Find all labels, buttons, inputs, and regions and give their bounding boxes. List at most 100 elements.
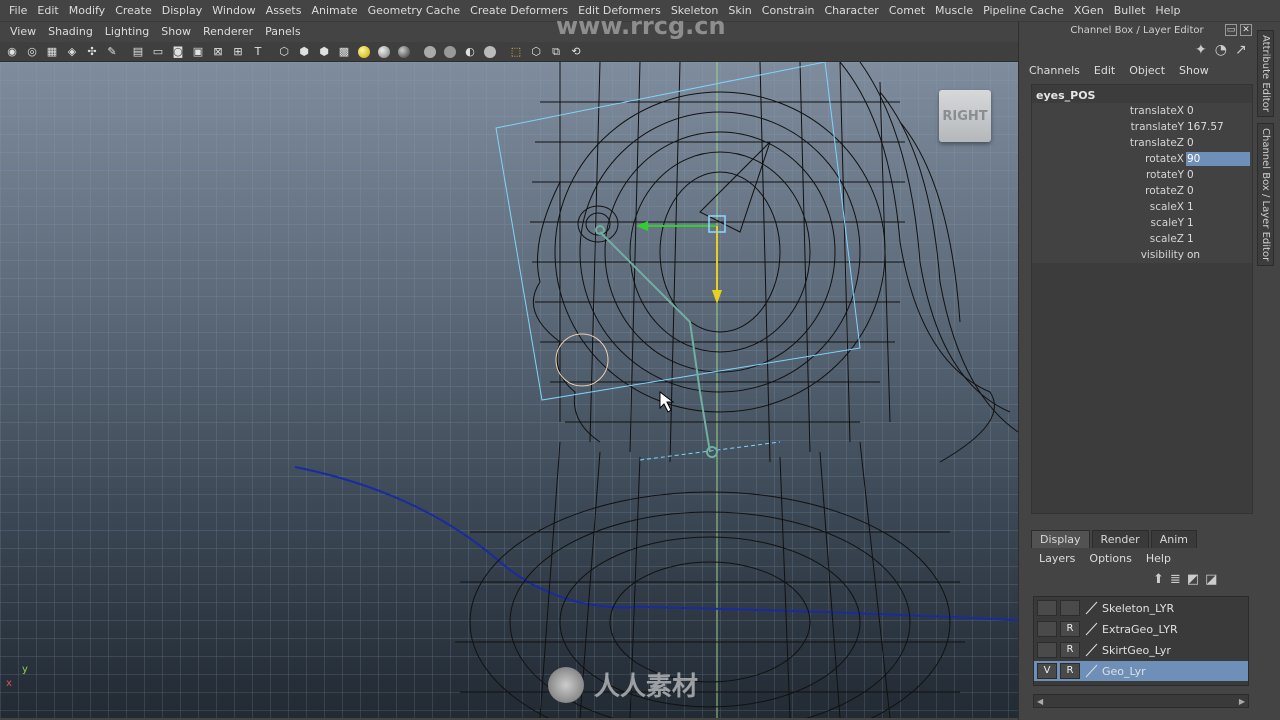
attribute-name[interactable]: translateX <box>1032 105 1186 117</box>
attribute-name[interactable]: rotateX <box>1032 153 1186 165</box>
film-gate-icon[interactable]: ▭ <box>150 44 166 60</box>
smooth-shade-icon[interactable]: ⬢ <box>296 44 312 60</box>
layer-display-type-toggle[interactable] <box>1060 600 1080 616</box>
menu-xgen[interactable]: XGen <box>1069 0 1109 22</box>
menu-window[interactable]: Window <box>207 0 260 22</box>
layer-menu-options[interactable]: Options <box>1089 552 1131 565</box>
layer-row[interactable]: R ExtraGeo_LYR <box>1034 619 1248 639</box>
menu-geometry-cache[interactable]: Geometry Cache <box>363 0 466 22</box>
panel-menu-renderer[interactable]: Renderer <box>197 22 259 42</box>
menu-pipeline-cache[interactable]: Pipeline Cache <box>978 0 1069 22</box>
shadows-icon[interactable] <box>376 44 392 60</box>
two-d-pan-zoom-icon[interactable]: ✣ <box>84 44 100 60</box>
textured-icon[interactable]: ▩ <box>336 44 352 60</box>
xray-joints-icon[interactable]: ⬡ <box>528 44 544 60</box>
backface-culling-icon[interactable]: ⟲ <box>568 44 584 60</box>
speed-icon[interactable]: ◔ <box>1215 42 1227 58</box>
menu-create[interactable]: Create <box>110 0 157 22</box>
menu-bullet[interactable]: Bullet <box>1109 0 1151 22</box>
attribute-name[interactable]: scaleX <box>1032 201 1186 213</box>
attribute-value-field[interactable]: 1 <box>1186 216 1250 230</box>
layer-visibility-toggle[interactable] <box>1037 642 1057 658</box>
attribute-value-field[interactable]: 1 <box>1186 232 1250 246</box>
menu-file[interactable]: File <box>4 0 32 22</box>
attribute-value-field[interactable]: 0 <box>1186 104 1250 118</box>
panel-menu-panels[interactable]: Panels <box>259 22 306 42</box>
panel-menu-shading[interactable]: Shading <box>42 22 99 42</box>
layer-color-swatch-icon[interactable] <box>1084 643 1098 657</box>
gate-mask-icon[interactable]: ▣ <box>190 44 206 60</box>
viewport-scene[interactable] <box>0 62 1018 718</box>
menu-help[interactable]: Help <box>1150 0 1185 22</box>
bookmarks-icon[interactable]: ▦ <box>44 44 60 60</box>
xray-icon[interactable]: ⬚ <box>508 44 524 60</box>
channel-menu-edit[interactable]: Edit <box>1094 64 1115 77</box>
panel-menu-lighting[interactable]: Lighting <box>99 22 155 42</box>
move-layer-up-icon[interactable]: ⬆ <box>1153 572 1164 587</box>
menu-skin[interactable]: Skin <box>723 0 756 22</box>
isolate-select-icon[interactable] <box>482 44 498 60</box>
side-tab-attribute-editor[interactable]: Attribute Editor <box>1257 30 1274 117</box>
motion-blur-icon[interactable] <box>422 44 438 60</box>
channel-box-display-icon[interactable]: ✦ <box>1195 42 1207 58</box>
layer-name[interactable]: Skeleton_LYR <box>1102 602 1174 615</box>
channel-menu-channels[interactable]: Channels <box>1029 64 1080 77</box>
new-layer-selected-icon[interactable]: ◩ <box>1187 572 1199 587</box>
safe-title-icon[interactable]: T <box>250 44 266 60</box>
camera-select-icon[interactable]: ◉ <box>4 44 20 60</box>
layer-row[interactable]: R SkirtGeo_Lyr <box>1034 640 1248 660</box>
layer-row[interactable]: V R Geo_Lyr <box>1034 661 1248 681</box>
image-plane-icon[interactable]: ◈ <box>64 44 80 60</box>
layer-color-swatch-icon[interactable] <box>1084 622 1098 636</box>
viewcube[interactable]: RIGHT <box>939 90 991 142</box>
attribute-value-field[interactable]: 90 <box>1186 152 1250 166</box>
menu-comet[interactable]: Comet <box>884 0 930 22</box>
field-chart-icon[interactable]: ⊠ <box>210 44 226 60</box>
menu-assets[interactable]: Assets <box>261 0 307 22</box>
safe-action-icon[interactable]: ⊞ <box>230 44 246 60</box>
menu-constrain[interactable]: Constrain <box>757 0 820 22</box>
resolution-gate-icon[interactable]: ◙ <box>170 44 186 60</box>
new-layer-icon[interactable]: ≣ <box>1170 572 1181 587</box>
channel-menu-object[interactable]: Object <box>1129 64 1165 77</box>
attribute-name[interactable]: scaleY <box>1032 217 1186 229</box>
attribute-value-field[interactable]: 0 <box>1186 136 1250 150</box>
perspective-viewport[interactable]: RIGHT y x 人人素材 <box>0 62 1018 718</box>
attribute-value-field[interactable]: on <box>1186 248 1250 262</box>
object-name[interactable]: eyes_POS <box>1036 89 1095 102</box>
attribute-value-field[interactable]: 0 <box>1186 184 1250 198</box>
menu-display[interactable]: Display <box>157 0 208 22</box>
scroll-right-icon[interactable]: ▶ <box>1239 697 1245 706</box>
attribute-name[interactable]: translateY <box>1032 121 1186 133</box>
new-empty-layer-icon[interactable]: ◪ <box>1205 572 1217 587</box>
menu-muscle[interactable]: Muscle <box>930 0 978 22</box>
layer-display-type-toggle[interactable]: R <box>1060 663 1080 679</box>
screen-space-ao-icon[interactable] <box>396 44 412 60</box>
attribute-name[interactable]: translateZ <box>1032 137 1186 149</box>
manipulator-icon[interactable]: ↗ <box>1235 42 1247 58</box>
wireframe-icon[interactable]: ⬡ <box>276 44 292 60</box>
panel-menu-view[interactable]: View <box>4 22 42 42</box>
layer-menu-layers[interactable]: Layers <box>1039 552 1075 565</box>
tab-render[interactable]: Render <box>1091 530 1149 548</box>
attribute-name[interactable]: scaleZ <box>1032 233 1186 245</box>
layer-display-type-toggle[interactable]: R <box>1060 621 1080 637</box>
multisample-aa-icon[interactable] <box>442 44 458 60</box>
attribute-name[interactable]: rotateZ <box>1032 185 1186 197</box>
attribute-name[interactable]: visibility <box>1032 249 1186 261</box>
wireframe-on-shaded-icon[interactable]: ⬢ <box>316 44 332 60</box>
grid-icon[interactable]: ▤ <box>130 44 146 60</box>
attribute-value-field[interactable]: 1 <box>1186 200 1250 214</box>
layer-name[interactable]: ExtraGeo_LYR <box>1102 623 1178 636</box>
layer-visibility-toggle[interactable] <box>1037 600 1057 616</box>
layer-display-type-toggle[interactable]: R <box>1060 642 1080 658</box>
camera-attributes-icon[interactable]: ◎ <box>24 44 40 60</box>
layer-list-scrollbar[interactable]: ◀ ▶ <box>1033 694 1249 708</box>
layer-color-swatch-icon[interactable] <box>1084 664 1098 678</box>
close-icon[interactable]: ✕ <box>1240 24 1252 36</box>
xray-active-components-icon[interactable]: ⧉ <box>548 44 564 60</box>
float-window-icon[interactable]: ▭ <box>1225 24 1237 36</box>
attribute-value-field[interactable]: 167.57 <box>1186 120 1250 134</box>
channel-menu-show[interactable]: Show <box>1179 64 1209 77</box>
scroll-left-icon[interactable]: ◀ <box>1037 697 1043 706</box>
